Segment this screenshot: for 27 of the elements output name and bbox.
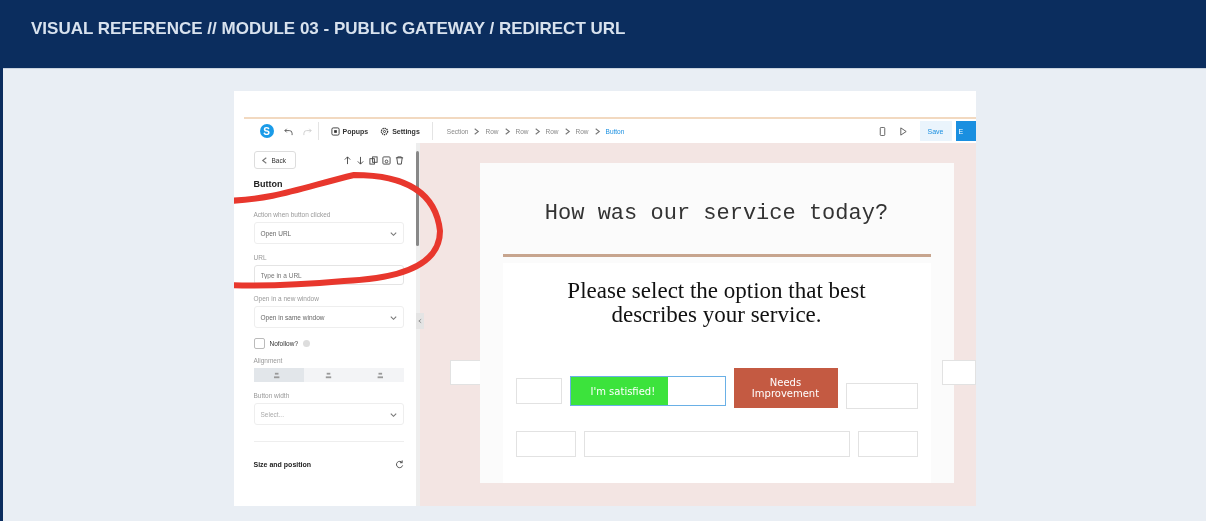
chevron-icon [472, 126, 482, 136]
refresh-icon[interactable] [394, 460, 404, 469]
panel-title: Button [253, 179, 284, 189]
trash-icon[interactable] [394, 155, 404, 165]
scrollbar[interactable] [415, 151, 419, 246]
placeholder-box [515, 378, 562, 404]
copy-icon[interactable] [368, 155, 378, 165]
question-text: Please select the option that best describes your service. [566, 279, 867, 327]
arrow-down-icon[interactable] [355, 155, 365, 165]
save-icon[interactable] [381, 155, 391, 165]
align-icon [324, 370, 333, 380]
window-icon [330, 126, 340, 136]
placeholder-box [515, 431, 576, 457]
page-title: VISUAL REFERENCE // MODULE 03 - PUBLIC GATEWAY / REDIRECT URL [31, 19, 626, 39]
play-icon[interactable] [898, 126, 908, 136]
chevron-icon [416, 317, 423, 324]
placeholder-box [857, 431, 918, 457]
app-logo: S [259, 124, 274, 138]
settings-icon [380, 126, 390, 136]
arrow-up-icon[interactable] [342, 155, 352, 165]
preview-heading: How was our service today? [544, 201, 889, 226]
undo-icon[interactable] [283, 126, 293, 136]
collapse-button[interactable] [415, 313, 424, 329]
mobile-icon[interactable] [877, 126, 887, 136]
checkbox[interactable] [253, 338, 265, 349]
chevron-icon [259, 155, 269, 165]
improvement-button[interactable]: Needs Improvement [733, 368, 838, 408]
